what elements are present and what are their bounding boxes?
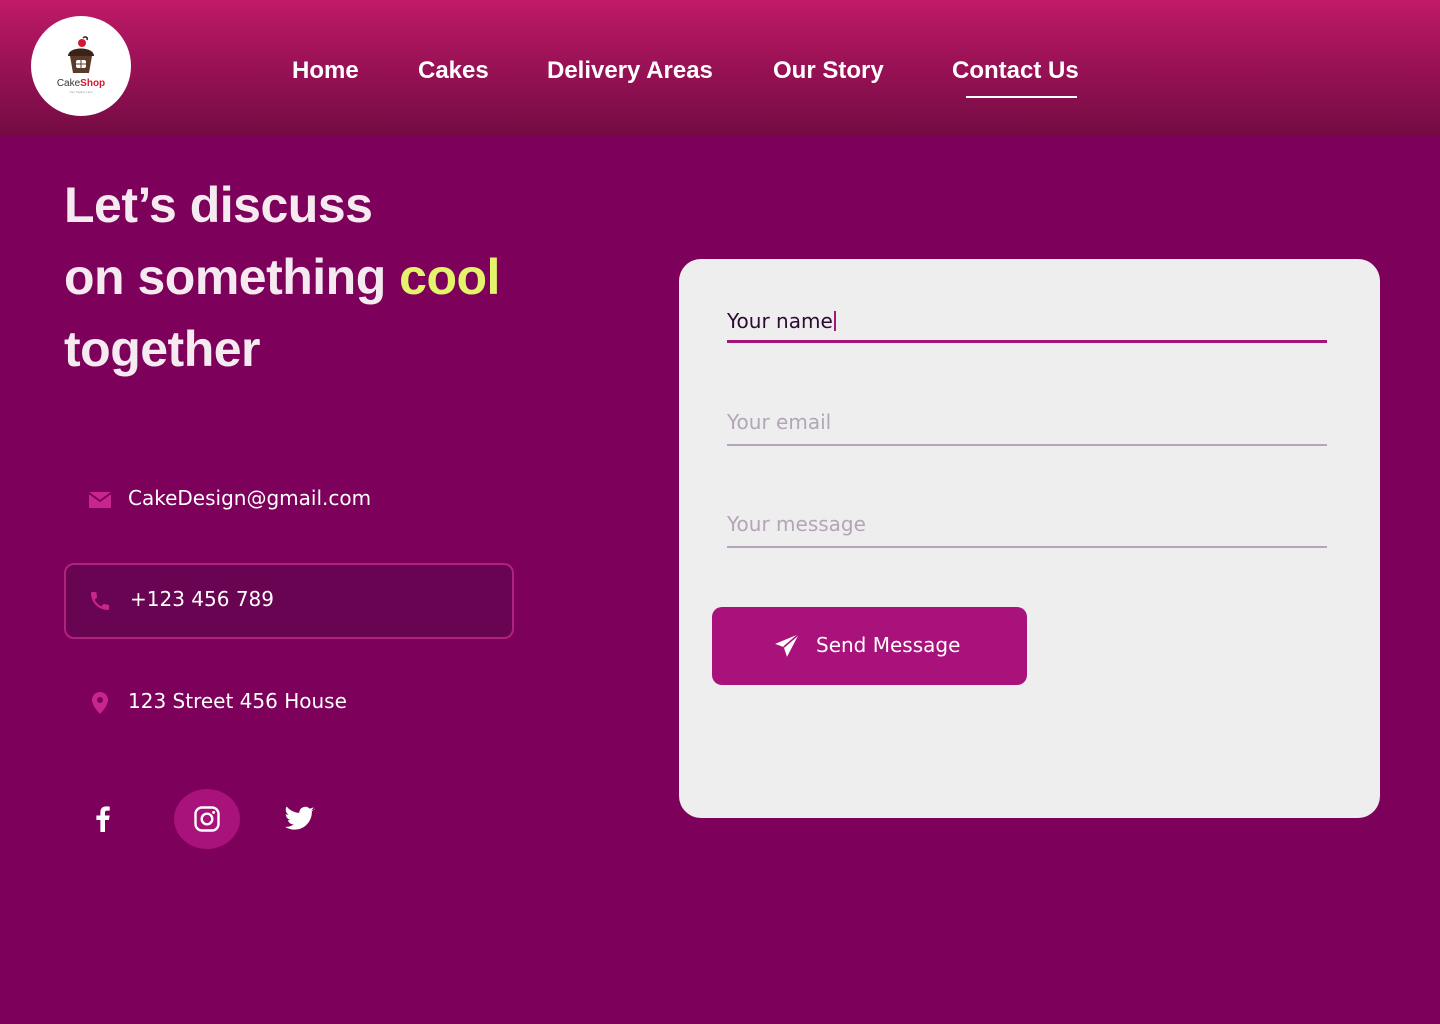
- nav-our-story[interactable]: Our Story: [773, 57, 884, 85]
- send-message-button[interactable]: Send Message: [712, 607, 1027, 685]
- nav-cakes[interactable]: Cakes: [418, 57, 489, 85]
- headline-line-3: together: [64, 321, 261, 377]
- facebook-link[interactable]: [70, 789, 136, 849]
- cakeshop-logo[interactable]: CakeShop Your Tagline Here: [31, 16, 131, 116]
- phone-icon: [91, 592, 109, 610]
- headline-line-2: on something cool: [64, 248, 500, 306]
- text-caret: [833, 311, 836, 331]
- contact-address[interactable]: 123 Street 456 House: [128, 689, 347, 713]
- headline-line-2-text: on something: [64, 249, 400, 305]
- twitter-link[interactable]: [267, 789, 333, 849]
- active-nav-indicator: [966, 96, 1077, 98]
- nav-contact-us[interactable]: Contact Us: [952, 57, 1079, 85]
- twitter-icon: [285, 806, 315, 830]
- contact-email[interactable]: CakeDesign@gmail.com: [128, 486, 371, 510]
- logo-wordmark: CakeShop: [31, 78, 131, 89]
- nav-delivery-areas[interactable]: Delivery Areas: [547, 57, 713, 85]
- contact-address-row[interactable]: 123 Street 456 House: [64, 665, 514, 741]
- contact-phone-row[interactable]: +123 456 789: [64, 563, 514, 639]
- site-header: CakeShop Your Tagline Here Home Cakes De…: [0, 0, 1440, 136]
- message-field[interactable]: [727, 508, 1327, 548]
- send-message-label: Send Message: [816, 633, 961, 657]
- logo-tagline: Your Tagline Here: [69, 90, 93, 94]
- facebook-icon: [96, 806, 110, 832]
- nav-home[interactable]: Home: [292, 57, 359, 85]
- instagram-link[interactable]: [174, 789, 240, 849]
- location-pin-icon: [92, 692, 108, 714]
- headline-line-1: Let’s discuss: [64, 177, 373, 233]
- contact-phone[interactable]: +123 456 789: [130, 587, 274, 611]
- email-field[interactable]: [727, 406, 1327, 446]
- contact-email-row[interactable]: CakeDesign@gmail.com: [64, 462, 514, 538]
- logo-word-cake: Cake: [56, 78, 81, 89]
- contact-form-card: Your name Send Message: [679, 259, 1380, 818]
- instagram-icon: [194, 806, 220, 832]
- paper-plane-icon: [775, 633, 800, 657]
- headline-accent-word: cool: [399, 249, 500, 305]
- cupcake-icon: [68, 36, 94, 73]
- logo-word-shop: Shop: [80, 78, 106, 89]
- name-field-value: Your name: [727, 309, 836, 333]
- envelope-icon: [88, 492, 112, 508]
- name-field-text: Your name: [727, 309, 833, 333]
